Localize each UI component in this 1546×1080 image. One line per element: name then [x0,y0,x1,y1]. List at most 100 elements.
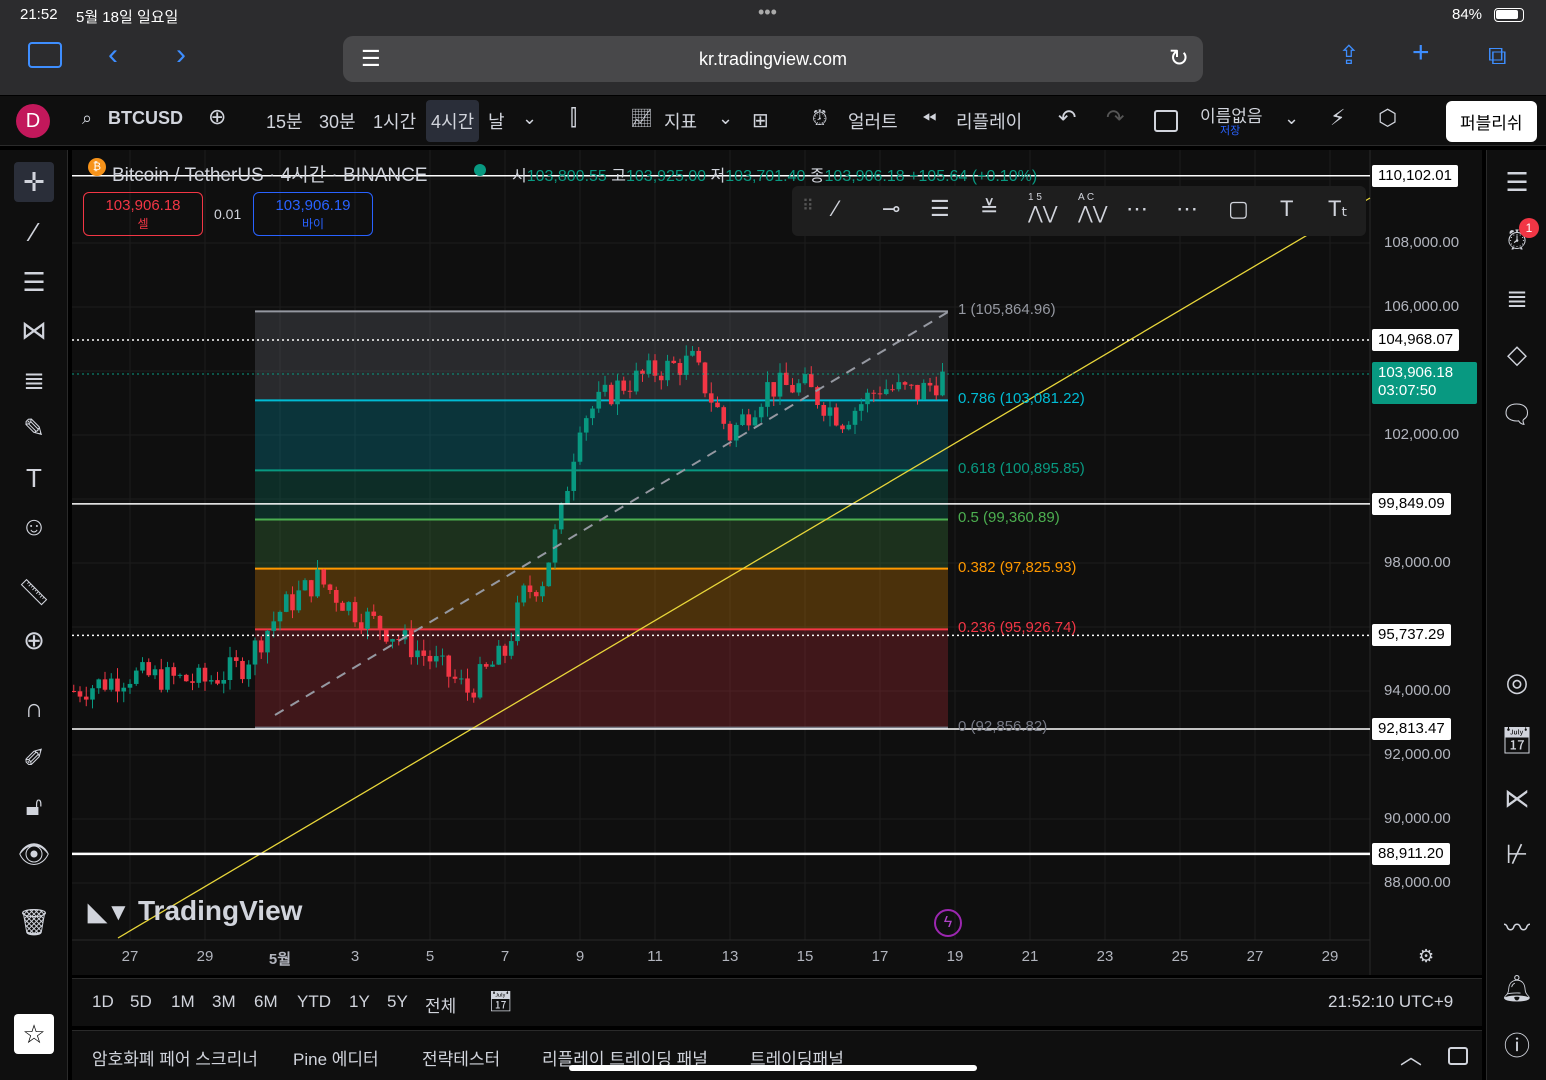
trendline-icon[interactable]: ⁄ [14,212,54,252]
chat-icon[interactable]: 🗨︎ [1497,394,1537,434]
anchored-text-icon[interactable]: Tₜ [1328,196,1348,222]
price-line-label[interactable]: 88,911.20 [1372,842,1450,865]
notifications-icon[interactable]: 🔔︎ [1497,968,1537,1008]
address-bar[interactable]: kr.tradingview.com ☰ ↻ [343,36,1203,82]
alert-button[interactable]: 얼러트 [848,108,898,134]
brush-icon[interactable]: ✎ [14,408,54,448]
hide-icon[interactable]: 👁︎ [14,834,54,874]
interval-15m[interactable]: 15분 [266,108,303,134]
prediction-icon[interactable]: ≣ [14,360,54,400]
interval-4h-active[interactable]: 4시간 [426,100,480,142]
axis-settings-icon[interactable]: ⚙ [1418,946,1434,967]
fib-retracement-icon[interactable]: ☰ [14,262,54,302]
range-5y[interactable]: 5Y [387,992,408,1012]
page-menu-icon[interactable]: ☰ [361,36,381,82]
trash-icon[interactable]: 🗑︎ [14,902,54,942]
search-icon[interactable]: ⌕ [82,108,92,129]
news-icon[interactable]: ≣ [1497,278,1537,318]
range-ytd[interactable]: YTD [297,992,331,1012]
symbol-search-button[interactable]: BTCUSD [108,108,183,129]
short-position-icon[interactable]: ⋯ [1176,196,1198,222]
stay-drawing-icon[interactable]: ✐ [14,738,54,778]
watchlist-icon[interactable]: ☰ [1497,162,1537,202]
price-line-label[interactable]: 110,102.01 [1372,164,1458,187]
candle-type-icon[interactable]: ⫿ [570,105,577,131]
avatar[interactable]: D [16,104,50,138]
trading-icon[interactable]: ⊬ [1497,834,1537,874]
fullscreen-icon[interactable] [1154,110,1178,132]
lightning-event-icon[interactable]: ϟ [934,909,962,937]
lock-icon[interactable]: 🔓︎ [14,786,54,826]
tabs-icon[interactable]: ⧉ [1488,40,1507,72]
quick-search-icon[interactable]: ⚡︎ [1330,105,1345,131]
redo-icon[interactable]: ↷ [1106,105,1124,131]
tab-crypto-screener[interactable]: 암호화폐 페어 스크리너 [92,1045,258,1070]
compare-add-icon[interactable]: ⊕ [208,104,226,130]
fib-fan-icon[interactable]: ≚ [980,196,998,222]
indicators-button[interactable]: 지표 [664,108,697,134]
indicators-icon[interactable]: 📈︎ [630,108,653,129]
streams-icon[interactable]: 〰 [1497,908,1537,948]
help-icon[interactable]: ⓘ [1497,1026,1537,1066]
tab-pine-editor[interactable]: Pine 에디터 [293,1045,379,1070]
emoji-icon[interactable]: ☺ [14,506,54,546]
goto-date-icon[interactable]: 📅︎ [488,989,513,1014]
text-tool-icon[interactable]: T [14,458,54,498]
sell-button[interactable]: 103,906.18 셀 [83,192,203,236]
collapse-panel-icon[interactable]: ︿ [1400,1039,1422,1071]
ruler-icon[interactable]: 📏︎ [14,572,54,612]
pattern-icon[interactable]: ⋈ [14,310,54,350]
tab-strategy-tester[interactable]: 전략테스터 [422,1045,500,1070]
range-3m[interactable]: 3M [212,992,236,1012]
layout-dropdown-icon[interactable]: ⌄ [1284,108,1299,129]
fib-tool-icon[interactable]: ☰ [930,196,950,222]
favorites-star-icon[interactable]: ☆ [14,1014,54,1054]
pattern-scanner-icon[interactable]: ⋉ [1497,778,1537,818]
multitask-dots[interactable]: ••• [758,2,777,23]
indicators-dropdown-icon[interactable]: ⌄ [718,108,733,129]
price-chart[interactable] [72,150,1482,975]
new-tab-icon[interactable]: + [1412,36,1430,70]
abcd-pattern-icon[interactable]: A C ⋀⋁ [1078,192,1108,224]
long-position-icon[interactable]: ⋯ [1126,196,1148,222]
interval-1h[interactable]: 1시간 [373,108,416,134]
timezone-clock[interactable]: 21:52:10 UTC+9 [1328,992,1453,1012]
share-icon[interactable]: ⇪ [1338,40,1360,71]
maximize-panel-icon[interactable] [1448,1047,1468,1065]
alert-icon[interactable]: ⏰︎ [812,108,828,131]
range-1y[interactable]: 1Y [349,992,370,1012]
magnet-icon[interactable]: ∩ [14,688,54,728]
horizontal-ray-icon[interactable]: ⊸ [882,196,900,222]
settings-icon[interactable]: ⬡ [1378,105,1397,131]
range-5d[interactable]: 5D [130,992,152,1012]
interval-day[interactable]: 날 [488,108,505,134]
drag-handle-icon[interactable]: ⠿ [802,196,814,216]
price-line-label[interactable]: 95,737.29 [1372,624,1451,647]
back-icon[interactable]: ‹ [108,38,118,72]
target-icon[interactable]: ◎ [1497,662,1537,702]
trendline-tool-icon[interactable]: ⁄ [834,196,838,222]
text-icon[interactable]: T [1280,196,1293,222]
undo-icon[interactable]: ↶ [1058,105,1076,131]
range-6m[interactable]: 6M [254,992,278,1012]
templates-icon[interactable]: ⊞ [752,108,769,133]
forward-icon[interactable]: › [176,38,186,72]
interval-30m[interactable]: 30분 [319,108,356,134]
rectangle-icon[interactable]: ▢ [1228,196,1249,222]
sidebar-toggle-icon[interactable] [28,42,62,68]
layers-icon[interactable]: ◇ [1497,334,1537,374]
price-line-label[interactable]: 99,849.09 [1372,492,1451,515]
reload-icon[interactable]: ↻ [1169,36,1189,82]
price-line-label[interactable]: 104,968.07 [1372,329,1460,352]
replay-button[interactable]: 리플레이 [956,108,1022,134]
elliott-wave-icon[interactable]: 1 5 ⋀⋁ [1028,192,1058,224]
range-all[interactable]: 전체 [425,992,456,1017]
price-line-label[interactable]: 92,813.47 [1372,717,1451,740]
publish-button[interactable]: 퍼블리쉬 [1446,101,1537,142]
range-1d[interactable]: 1D [92,992,114,1012]
range-1m[interactable]: 1M [171,992,195,1012]
replay-icon[interactable]: ⏪︎ [922,108,936,129]
interval-dropdown-icon[interactable]: ⌄ [522,108,537,129]
calendar-icon[interactable]: 📅︎ [1497,720,1537,760]
buy-button[interactable]: 103,906.19 바이 [253,192,373,236]
